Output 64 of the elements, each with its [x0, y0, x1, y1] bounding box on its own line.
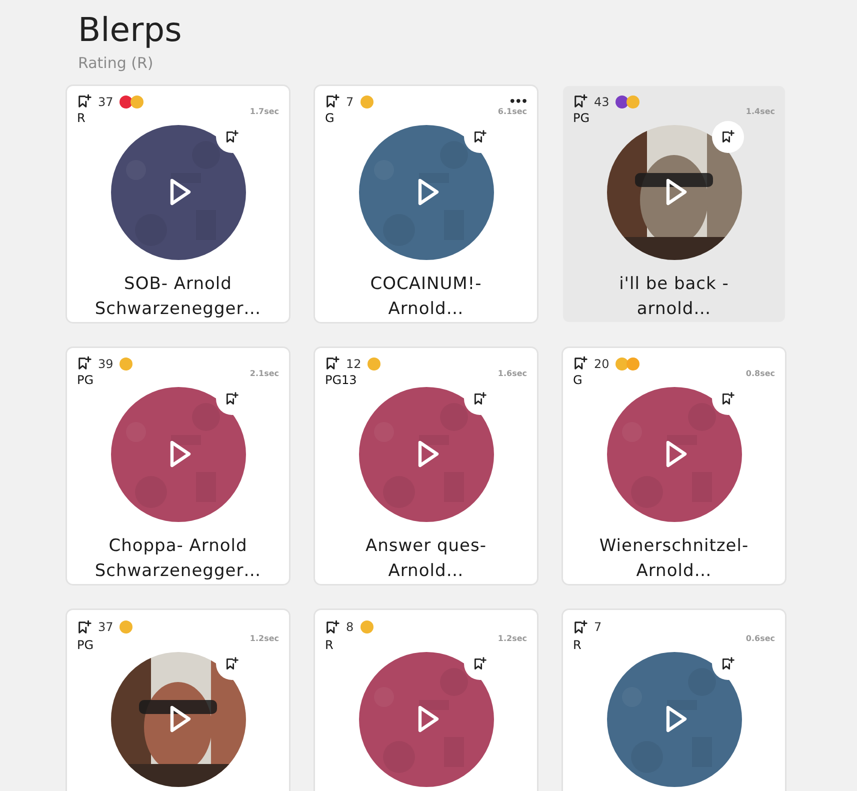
- duration-label: 1.7sec: [250, 107, 279, 116]
- duration-label: 1.6sec: [498, 369, 527, 378]
- rating-label: R: [77, 111, 86, 125]
- rating-label: PG: [77, 638, 94, 652]
- save-button[interactable]: [712, 121, 744, 153]
- save-count: 20: [594, 356, 610, 370]
- bookmark-add-icon: [472, 657, 486, 671]
- page-title: Blerps: [78, 10, 183, 50]
- sound-title: SOB- Arnold Schwarzenegger…: [94, 273, 262, 321]
- sound-card[interactable]: 43 PG 1.4sec i'll be back - arnold…: [563, 86, 785, 322]
- save-count: 43: [594, 94, 610, 108]
- duration-label: 6.1sec: [498, 107, 527, 116]
- save-count: 7: [594, 620, 602, 634]
- bookmark-add-icon: [325, 94, 340, 109]
- bookmark-add-icon: [224, 130, 238, 144]
- sound-card[interactable]: 20 G 0.8sec Wienerschnitzel- Arnold…: [563, 348, 785, 584]
- bookmark-add-icon: [325, 356, 340, 371]
- bookmark-add-icon: [224, 657, 238, 671]
- rating-label: PG: [77, 373, 94, 387]
- rating-label: R: [325, 638, 334, 652]
- page-subtitle: Rating (R): [78, 54, 154, 72]
- save-count: 37: [98, 620, 114, 634]
- sound-title: Answer ques- Arnold…: [364, 535, 488, 583]
- sound-title: COCAINUM!- Arnold…: [369, 273, 483, 321]
- sound-title: Choppa- Arnold Schwarzenegger…: [94, 535, 262, 583]
- duration-label: 1.2sec: [498, 634, 527, 643]
- sound-card[interactable]: 37 R 1.7sec SOB- Arnold Schwarzenegger…: [67, 86, 289, 322]
- duration-label: 0.6sec: [746, 634, 775, 643]
- sound-title: i'll be back - arnold…: [618, 273, 730, 321]
- save-count: 37: [98, 94, 114, 108]
- bookmark-add-icon: [77, 94, 92, 109]
- bookmark-add-icon: [224, 392, 238, 406]
- duration-label: 0.8sec: [746, 369, 775, 378]
- sound-card[interactable]: 37 PG 1.2sec: [67, 610, 289, 791]
- bookmark-add-icon: [472, 392, 486, 406]
- sound-card[interactable]: 39 PG 2.1sec Choppa- Arnold Schwarzenegger…: [67, 348, 289, 584]
- bookmark-add-icon: [77, 620, 92, 634]
- sound-card[interactable]: 12 PG13 1.6sec Answer ques- Arnold…: [315, 348, 537, 584]
- duration-label: 2.1sec: [250, 369, 279, 378]
- duration-label: 1.4sec: [746, 107, 775, 116]
- save-count: 12: [346, 356, 362, 370]
- bookmark-add-icon: [77, 356, 92, 371]
- sound-card[interactable]: 7 R 0.6sec: [563, 610, 785, 791]
- bookmark-add-icon: [325, 620, 340, 634]
- rating-label: R: [573, 638, 582, 652]
- save-count: 7: [346, 94, 354, 108]
- rating-label: PG: [573, 111, 590, 125]
- sound-card[interactable]: 7 ••• G 6.1sec COCAINUM!- Arnold…: [315, 86, 537, 322]
- more-menu[interactable]: •••: [508, 95, 527, 108]
- rating-label: PG13: [325, 373, 357, 387]
- bookmark-add-icon: [573, 94, 588, 109]
- bookmark-add-icon: [720, 392, 734, 406]
- bookmark-add-icon: [720, 130, 734, 144]
- bookmark-add-icon: [573, 356, 588, 371]
- bookmark-add-icon: [573, 620, 588, 634]
- save-count: 8: [346, 620, 354, 634]
- duration-label: 1.2sec: [250, 634, 279, 643]
- sound-card[interactable]: 8 R 1.2sec: [315, 610, 537, 791]
- save-count: 39: [98, 356, 114, 370]
- sound-title: Wienerschnitzel- Arnold…: [598, 535, 750, 583]
- rating-label: G: [325, 111, 334, 125]
- bookmark-add-icon: [720, 657, 734, 671]
- bookmark-add-icon: [472, 130, 486, 144]
- rating-label: G: [573, 373, 582, 387]
